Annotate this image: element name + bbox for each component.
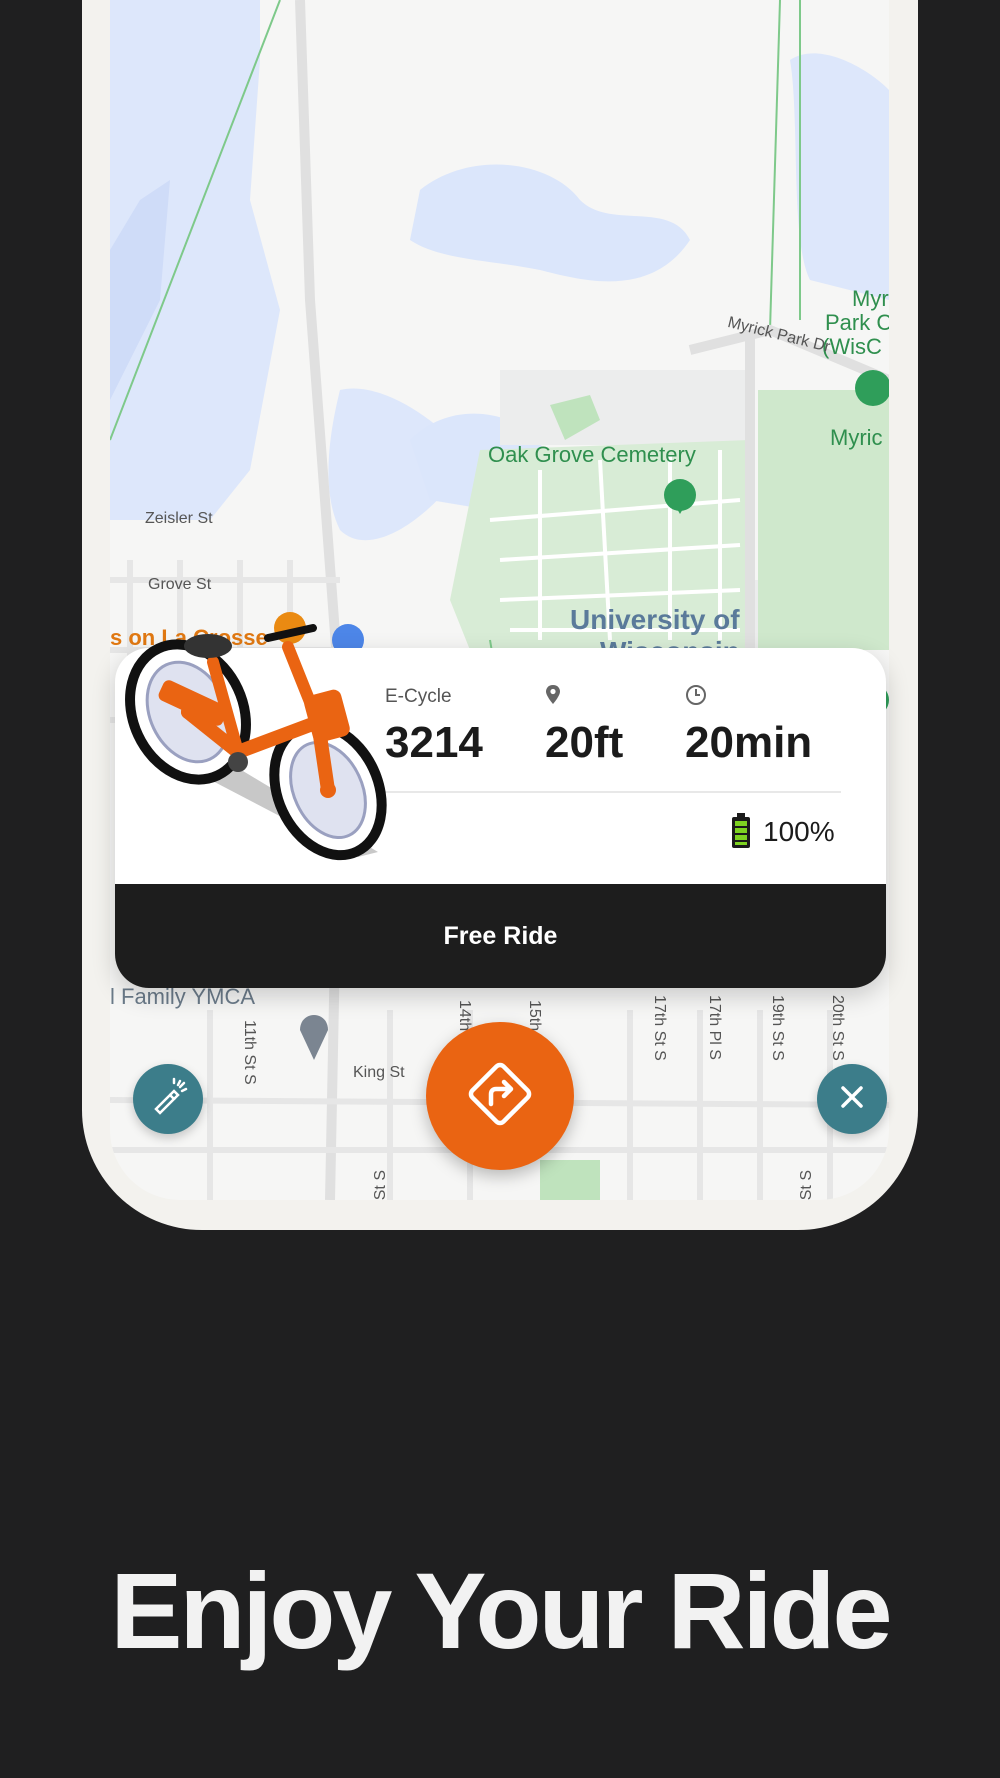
- promo-headline: Enjoy Your Ride: [110, 1550, 892, 1671]
- card-divider: [385, 791, 841, 793]
- map-label-14th: 14th: [456, 1000, 473, 1032]
- map-label-myrick-park-2: Park C: [825, 310, 889, 335]
- battery-icon: [730, 813, 752, 854]
- map-label-19th: 19th St S: [769, 995, 786, 1061]
- close-icon: [837, 1082, 867, 1117]
- clock-icon: [685, 684, 707, 711]
- map-label-st-s-right: St S: [798, 1170, 815, 1200]
- eta-value: 20min: [685, 718, 813, 767]
- vehicle-id: 3214: [385, 718, 483, 767]
- map-label-17th: 17th St S: [651, 995, 668, 1061]
- flashlight-button[interactable]: [133, 1064, 203, 1134]
- location-pin-icon: [545, 684, 561, 711]
- map-label-grove: Grove St: [148, 576, 212, 593]
- map-label-myrick-right: Myric: [830, 425, 883, 450]
- flashlight-icon: [148, 1077, 188, 1122]
- free-ride-button[interactable]: Free Ride: [115, 884, 886, 988]
- map-label-st-s-left: St S: [372, 1170, 389, 1200]
- map-view[interactable]: Myr Park C (WisC Myrick Park Dr Myric Oa…: [110, 0, 889, 1200]
- map-label-king-st: King St: [353, 1064, 405, 1081]
- map-label-17th-pl: 17th Pl S: [706, 995, 723, 1060]
- free-ride-label: Free Ride: [443, 921, 558, 950]
- battery-percentage: 100%: [763, 816, 835, 847]
- map-label-11th: 11th St S: [241, 1020, 258, 1085]
- vehicle-type-label: E-Cycle: [385, 686, 452, 707]
- map-label-myrick-park: Myr: [852, 286, 889, 311]
- map-label-oak-grove: Oak Grove Cemetery: [488, 442, 696, 467]
- map-label-myrick-park-3: (WisC: [822, 334, 882, 359]
- directions-icon: [460, 1054, 540, 1139]
- map-label-zeisler: Zeisler St: [145, 510, 213, 527]
- map-label-20th: 20th St S: [829, 995, 846, 1061]
- e-cycle-illustration: [118, 612, 388, 867]
- directions-button[interactable]: [426, 1022, 574, 1170]
- close-button[interactable]: [817, 1064, 887, 1134]
- distance-value: 20ft: [545, 718, 624, 767]
- map-label-university: University of: [570, 604, 740, 635]
